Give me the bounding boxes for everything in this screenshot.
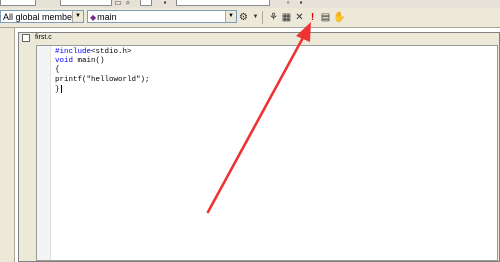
- annotation-arrow: [206, 22, 311, 214]
- annotation-arrow-shaft: [206, 32, 307, 214]
- annotation-arrow-head: [296, 22, 311, 42]
